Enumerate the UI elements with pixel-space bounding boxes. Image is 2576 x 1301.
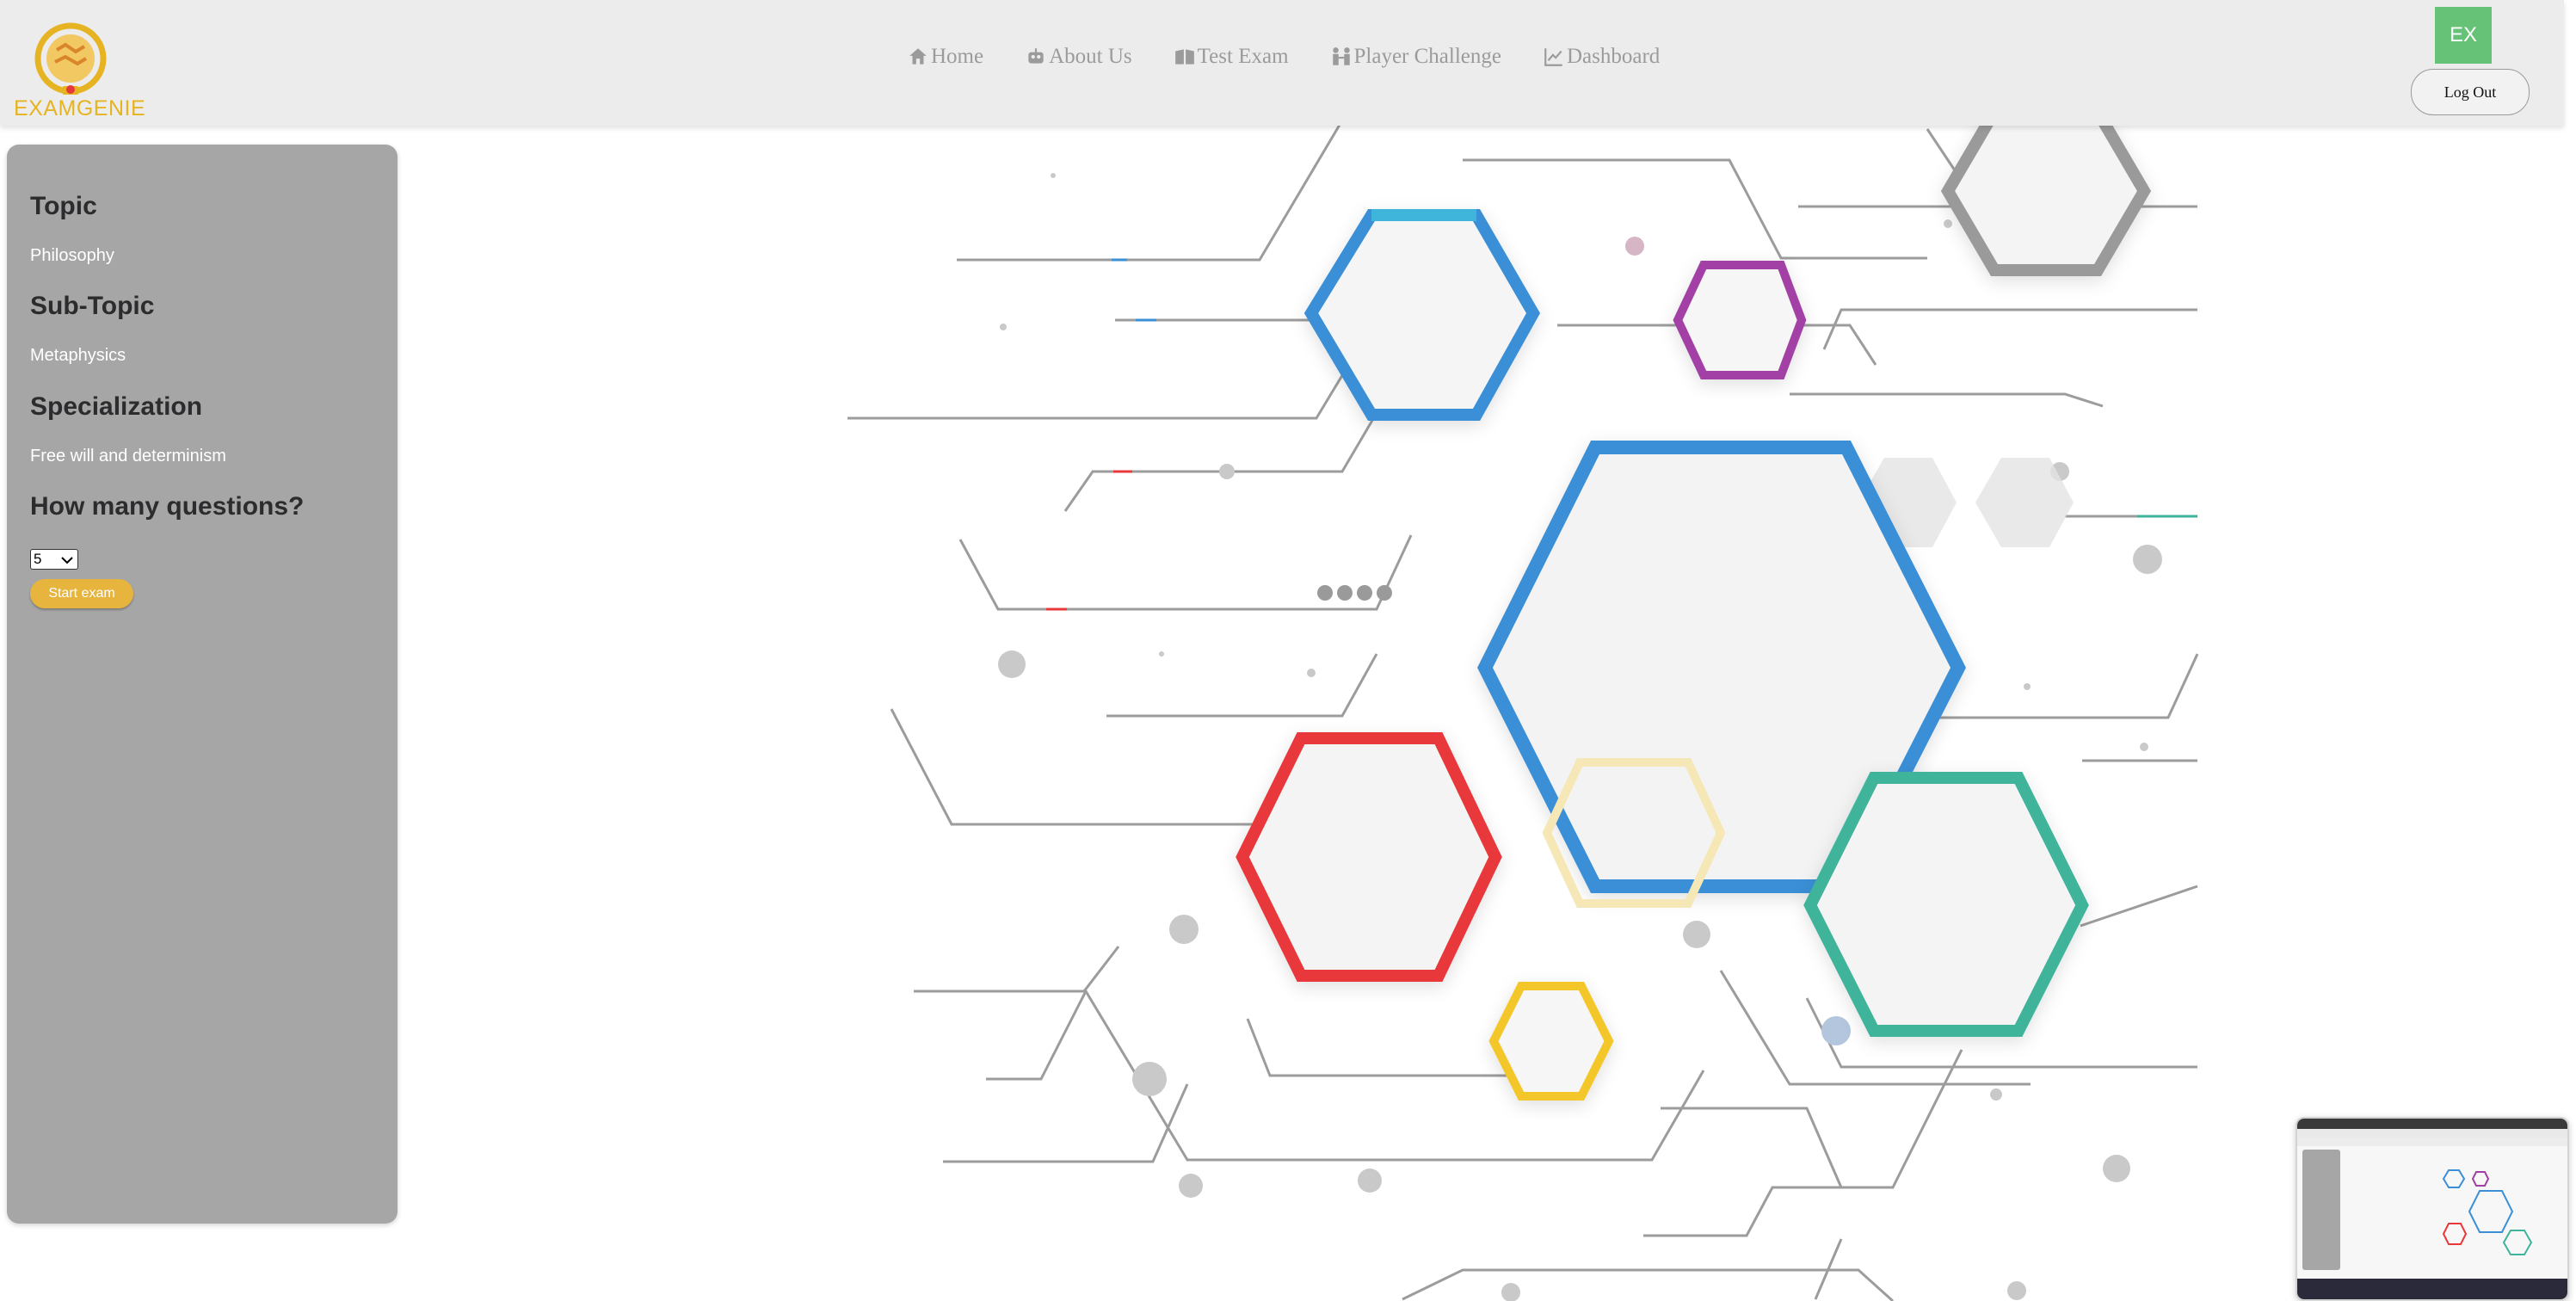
subtopic-heading: Sub-Topic [30,292,155,320]
nav-player-challenge-label: Player Challenge [1353,45,1501,68]
specialization-heading: Specialization [30,392,203,421]
question-count-value: 5 [34,551,42,567]
nav-home-label: Home [931,45,984,68]
nav-dashboard-label: Dashboard [1567,45,1661,68]
nav-about-label: About Us [1049,45,1132,68]
question-count-select[interactable]: 5 [30,549,78,570]
start-exam-button[interactable]: Start exam [30,579,133,608]
dot-row [1317,585,1392,601]
logout-button[interactable]: Log Out [2411,69,2530,115]
nav-about[interactable]: About Us [1025,45,1132,69]
user-avatar[interactable]: EX [2435,7,2492,64]
nav-home[interactable]: Home [907,45,983,69]
questions-heading: How many questions? [30,492,305,521]
chart-icon [1544,48,1562,66]
top-navbar: EXAMGENIE Home About Us Test Exam Player… [0,0,2564,126]
exam-config-sidebar: Topic Philosophy Sub-Topic Metaphysics S… [7,145,397,1224]
nav-player-challenge[interactable]: Player Challenge [1330,45,1501,69]
thumbnail-preview-image [2297,1119,2567,1299]
book-icon [1174,49,1194,65]
screenshot-thumbnail[interactable] [2296,1117,2569,1301]
topic-heading: Topic [30,192,97,220]
nav-test-exam[interactable]: Test Exam [1174,45,1289,69]
subtopic-value: Metaphysics [30,346,126,365]
brand-name: EXAMGENIE [14,96,146,120]
nav-dashboard[interactable]: Dashboard [1543,45,1660,69]
chevron-down-icon [61,557,73,564]
topic-value: Philosophy [30,246,114,265]
specialization-value: Free will and determinism [30,447,226,466]
main-nav: Home About Us Test Exam Player Challenge… [907,45,1660,69]
nav-test-exam-label: Test Exam [1197,45,1289,68]
robot-icon [1028,48,1044,64]
players-icon [1332,47,1350,65]
home-icon [909,48,927,65]
